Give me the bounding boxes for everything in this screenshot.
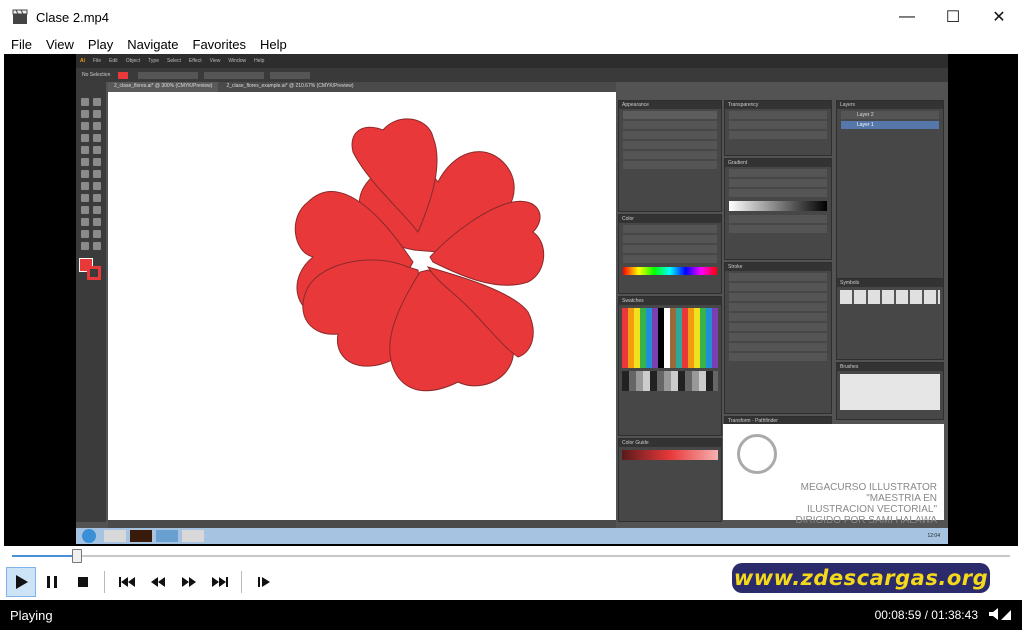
ai-doc-tabs: 2_clase_flores.ai* @ 300% (CMYK/Preview)… [108, 82, 616, 92]
ai-menu-item: Select [166, 58, 181, 64]
divider [241, 571, 242, 593]
stroke-panel: Stroke [724, 262, 832, 414]
status-text: Playing [10, 607, 53, 623]
transparency-panel: Transparency [724, 100, 832, 156]
site-banner: www.zdescargas.org [732, 563, 990, 593]
pause-icon [47, 576, 57, 588]
menu-bar: File View Play Navigate Favorites Help [0, 34, 1022, 54]
ai-menu-item: Edit [109, 58, 118, 64]
watermark-line: MEGACURSO ILLUSTRATOR [800, 482, 937, 493]
taskbar-clock: 12:04 [927, 533, 940, 539]
seek-track[interactable] [12, 555, 1010, 557]
seek-bar[interactable] [0, 546, 1022, 564]
menu-help[interactable]: Help [253, 37, 294, 52]
doc-tab: 2_clase_flores_example.ai* @ 210.67% (CM… [220, 82, 360, 92]
start-button-icon [82, 529, 96, 543]
watermark-line: DIRIGIDO POR SAMI HALAWA [795, 515, 938, 526]
watermark-line: "MAESTRIA EN [866, 493, 937, 504]
brush-field [204, 71, 265, 79]
gradient-panel: Gradient [724, 158, 832, 260]
layer-row: Layer 1 [841, 121, 939, 129]
ai-menu-item: Effect [188, 58, 202, 64]
flower-artwork [294, 118, 545, 392]
status-bar: Playing 00:08:59 / 01:38:43 [0, 600, 1022, 630]
menu-navigate[interactable]: Navigate [120, 37, 185, 52]
fast-forward-button[interactable] [174, 567, 204, 597]
artboard [108, 92, 616, 520]
ai-menu-item: View [209, 58, 221, 64]
color-panel: Color [618, 214, 722, 294]
window-title: Clase 2.mp4 [36, 9, 109, 25]
volume-icon[interactable] [988, 606, 1012, 625]
ai-control-bar: No Selection [76, 68, 948, 82]
brushes-panel: Brushes [836, 362, 944, 420]
stroke-color-icon [87, 266, 101, 280]
windows-taskbar: 12:04 [76, 528, 948, 544]
maximize-button[interactable]: ☐ [930, 0, 976, 34]
taskbar-app-icon [104, 530, 126, 542]
ai-status-bar [108, 520, 616, 528]
stop-button[interactable] [68, 567, 98, 597]
time-display: 00:08:59 / 01:38:43 [874, 608, 978, 622]
clapperboard-icon [12, 9, 28, 25]
title-bar: Clase 2.mp4 — ☐ ✕ [0, 0, 1022, 34]
divider [104, 571, 105, 593]
ai-selection-label: No Selection [82, 72, 111, 78]
course-watermark: MEGACURSO ILLUSTRATOR "MAESTRIA EN ILUST… [723, 424, 944, 526]
taskbar-illustrator-icon [130, 530, 152, 542]
ai-menu-item: Object [125, 58, 141, 64]
minimize-button[interactable]: — [884, 0, 930, 34]
swatches-panel: Swatches [618, 296, 722, 436]
stop-icon [78, 577, 88, 587]
ai-menu-bar: Ai File Edit Object Type Select Effect V… [76, 54, 948, 68]
ai-logo: Ai [80, 58, 85, 64]
taskbar-app-icon [182, 530, 204, 542]
illustrator-screen: Ai File Edit Object Type Select Effect V… [76, 54, 948, 544]
ai-toolbar [76, 82, 106, 522]
close-button[interactable]: ✕ [976, 0, 1022, 34]
ai-menu-item: Help [254, 58, 265, 64]
menu-file[interactable]: File [4, 37, 39, 52]
play-button[interactable] [6, 567, 36, 597]
appearance-panel: Appearance [618, 100, 722, 212]
ai-menu-item: Window [228, 58, 247, 64]
ai-menu-item: File [93, 58, 102, 64]
stroke-field [138, 71, 199, 79]
skip-back-icon [119, 577, 135, 587]
menu-view[interactable]: View [39, 37, 81, 52]
next-button[interactable] [205, 567, 235, 597]
video-frame[interactable]: Ai File Edit Object Type Select Effect V… [4, 54, 1018, 546]
doc-tab: 2_clase_flores.ai* @ 300% (CMYK/Preview) [108, 82, 219, 92]
fast-forward-icon [182, 577, 196, 587]
rewind-icon [151, 577, 165, 587]
seek-thumb[interactable] [71, 549, 82, 563]
play-icon [16, 575, 28, 589]
seek-progress [12, 555, 77, 557]
media-player-window: Clase 2.mp4 — ☐ ✕ File View Play Navigat… [0, 0, 1022, 630]
pause-button[interactable] [37, 567, 67, 597]
frame-step-button[interactable] [249, 567, 279, 597]
symbols-panel: Symbols [836, 278, 944, 360]
site-banner-text: www.zdescargas.org [733, 566, 989, 590]
menu-favorites[interactable]: Favorites [186, 37, 253, 52]
fill-swatch [118, 71, 129, 79]
skip-forward-icon [212, 577, 228, 587]
frame-step-icon [258, 577, 270, 587]
previous-button[interactable] [112, 567, 142, 597]
opacity-field [270, 71, 311, 79]
watermark-line: ILUSTRACION VECTORIAL" [806, 504, 937, 515]
rewind-button[interactable] [143, 567, 173, 597]
taskbar-app-icon [156, 530, 178, 542]
layer-row: Layer 2 [841, 111, 939, 119]
color-guide-panel: Color Guide [618, 438, 722, 522]
ai-menu-item: Type [148, 58, 159, 64]
menu-play[interactable]: Play [81, 37, 120, 52]
